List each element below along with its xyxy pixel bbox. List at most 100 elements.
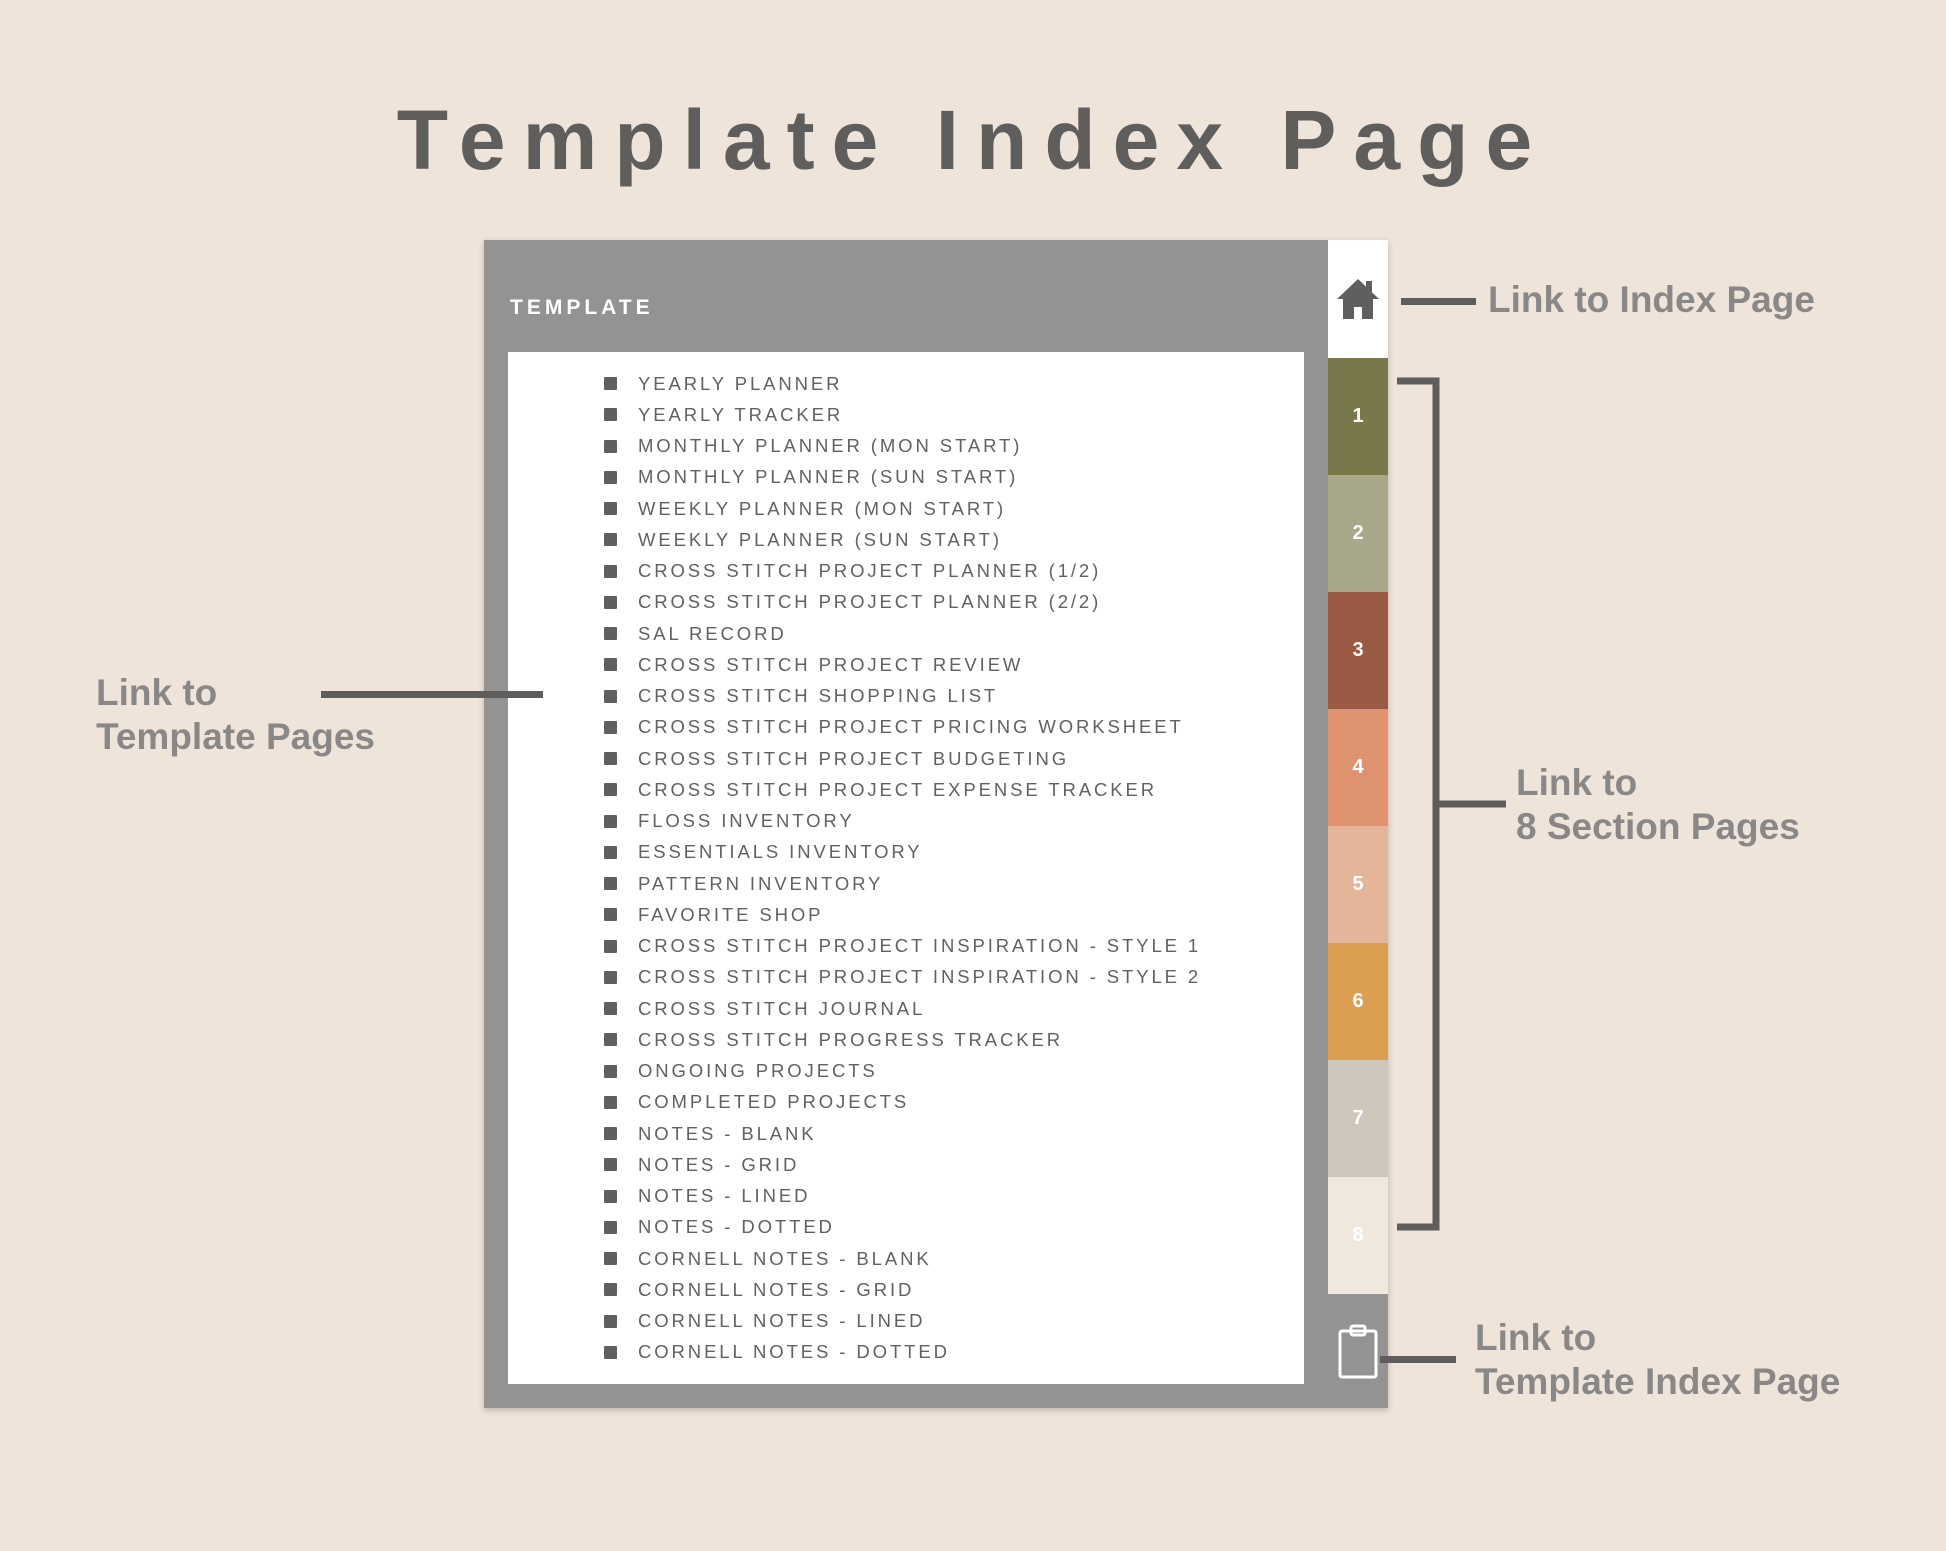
template-list-item[interactable]: MONTHLY PLANNER (SUN START)	[508, 462, 1304, 493]
section-tab-5[interactable]: 5	[1328, 826, 1388, 943]
template-list-item[interactable]: CROSS STITCH PROJECT PLANNER (2/2)	[508, 587, 1304, 618]
template-list-item[interactable]: CROSS STITCH PROGRESS TRACKER	[508, 1024, 1304, 1055]
bullet-square-icon	[604, 845, 617, 859]
bullet-square-icon	[604, 1314, 617, 1328]
bullet-square-icon	[604, 1283, 617, 1297]
template-list-item-label: CROSS STITCH SHOPPING LIST	[638, 685, 999, 707]
template-list-item[interactable]: CROSS STITCH PROJECT INSPIRATION - STYLE…	[508, 962, 1304, 993]
template-list-item[interactable]: ONGOING PROJECTS	[508, 1056, 1304, 1087]
template-list: YEARLY PLANNER YEARLY TRACKER MONTHLY PLAN…	[508, 368, 1304, 1368]
section-tab-label: 8	[1352, 1224, 1364, 1246]
template-list-item-label: NOTES - GRID	[638, 1153, 800, 1175]
callout-section-pages-line2: 8 Section Pages	[1516, 806, 1800, 847]
template-list-item-label: CROSS STITCH JOURNAL	[638, 997, 926, 1019]
template-list-item[interactable]: NOTES - GRID	[508, 1149, 1304, 1180]
template-list-item[interactable]: NOTES - LINED	[508, 1181, 1304, 1212]
template-list-item[interactable]: WEEKLY PLANNER (SUN START)	[508, 524, 1304, 555]
template-list-item[interactable]: NOTES - DOTTED	[508, 1212, 1304, 1243]
template-list-item-label: FAVORITE SHOP	[638, 903, 824, 925]
template-list-item-label: CROSS STITCH PROJECT PLANNER (1/2)	[638, 560, 1102, 582]
callout-section-pages-line1: Link to	[1516, 762, 1638, 803]
template-list-item[interactable]: CROSS STITCH PROJECT REVIEW	[508, 649, 1304, 680]
section-tab-label: 2	[1352, 522, 1364, 544]
bullet-square-icon	[604, 470, 617, 484]
template-list-item[interactable]: FLOSS INVENTORY	[508, 806, 1304, 837]
template-index-tab[interactable]	[1328, 1294, 1388, 1408]
template-list-item[interactable]: YEARLY TRACKER	[508, 399, 1304, 430]
template-list-item-label: ONGOING PROJECTS	[638, 1060, 878, 1082]
template-list-item-label: CORNELL NOTES - LINED	[638, 1310, 926, 1332]
bullet-square-icon	[604, 377, 617, 391]
section-tab-7[interactable]: 7	[1328, 1060, 1388, 1177]
bullet-square-icon	[604, 939, 617, 953]
template-list-item[interactable]: PATTERN INVENTORY	[508, 868, 1304, 899]
bullet-square-icon	[604, 814, 617, 828]
home-tab[interactable]	[1328, 240, 1388, 358]
bullet-square-icon	[604, 689, 617, 703]
section-tab-2[interactable]: 2	[1328, 475, 1388, 592]
template-list-item-label: CROSS STITCH PROJECT PRICING WORKSHEET	[638, 716, 1184, 738]
callout-bracket-sections	[1397, 377, 1506, 1231]
section-tab-4[interactable]: 4	[1328, 709, 1388, 826]
template-list-item[interactable]: CROSS STITCH PROJECT INSPIRATION - STYLE…	[508, 931, 1304, 962]
template-list-item-label: NOTES - LINED	[638, 1185, 811, 1207]
template-list-item[interactable]: NOTES - BLANK	[508, 1118, 1304, 1149]
bullet-square-icon	[604, 502, 617, 516]
template-list-item-label: COMPLETED PROJECTS	[638, 1091, 910, 1113]
template-list-item[interactable]: CORNELL NOTES - GRID	[508, 1274, 1304, 1305]
callout-section-pages: Link to 8 Section Pages	[1516, 761, 1800, 849]
callout-template-index-line1: Link to	[1475, 1317, 1597, 1358]
template-list-item-label: CROSS STITCH PROJECT EXPENSE TRACKER	[638, 778, 1158, 800]
template-list-item[interactable]: FAVORITE SHOP	[508, 899, 1304, 930]
bullet-square-icon	[604, 908, 617, 922]
template-list-item[interactable]: CORNELL NOTES - LINED	[508, 1306, 1304, 1337]
template-list-item-label: YEARLY TRACKER	[638, 403, 844, 425]
template-list-item[interactable]: CROSS STITCH PROJECT BUDGETING	[508, 743, 1304, 774]
home-icon	[1337, 279, 1379, 319]
template-list-item-label: CROSS STITCH PROJECT INSPIRATION - STYLE…	[638, 935, 1202, 957]
template-list-panel: YEARLY PLANNER YEARLY TRACKER MONTHLY PLAN…	[508, 352, 1304, 1384]
section-tab-label: 3	[1352, 639, 1364, 661]
template-list-item[interactable]: MONTHLY PLANNER (MON START)	[508, 431, 1304, 462]
template-list-item-label: CORNELL NOTES - GRID	[638, 1278, 915, 1300]
template-list-item[interactable]: COMPLETED PROJECTS	[508, 1087, 1304, 1118]
section-tab-label: 5	[1352, 873, 1364, 895]
template-list-item[interactable]: WEEKLY PLANNER (MON START)	[508, 493, 1304, 524]
section-tab-6[interactable]: 6	[1328, 943, 1388, 1060]
section-tab-3[interactable]: 3	[1328, 592, 1388, 709]
template-list-item[interactable]: YEARLY PLANNER	[508, 368, 1304, 399]
bullet-square-icon	[604, 720, 617, 734]
bullet-square-icon	[604, 627, 617, 641]
template-list-item[interactable]: CROSS STITCH SHOPPING LIST	[508, 681, 1304, 712]
tab-column: 1 2 3 4 5 6 7 8	[1328, 240, 1388, 1408]
bullet-square-icon	[604, 408, 617, 422]
bullet-square-icon	[604, 1189, 617, 1203]
template-list-item[interactable]: CORNELL NOTES - BLANK	[508, 1243, 1304, 1274]
bullet-square-icon	[604, 533, 617, 547]
template-list-item-label: PATTERN INVENTORY	[638, 872, 884, 894]
template-list-item[interactable]: ESSENTIALS INVENTORY	[508, 837, 1304, 868]
bullet-square-icon	[604, 595, 617, 609]
callout-index-page: Link to Index Page	[1488, 279, 1815, 320]
template-list-item[interactable]: CROSS STITCH PROJECT PRICING WORKSHEET	[508, 712, 1304, 743]
section-tab-8[interactable]: 8	[1328, 1177, 1388, 1294]
bullet-square-icon	[604, 877, 617, 891]
callout-line-template-index	[1380, 1356, 1456, 1363]
template-list-item-label: WEEKLY PLANNER (MON START)	[638, 497, 1007, 519]
template-list-item[interactable]: CORNELL NOTES - DOTTED	[508, 1337, 1304, 1368]
template-list-item[interactable]: SAL RECORD	[508, 618, 1304, 649]
template-list-item-label: MONTHLY PLANNER (MON START)	[638, 435, 1023, 457]
bullet-square-icon	[604, 1158, 617, 1172]
template-list-item-label: NOTES - DOTTED	[638, 1216, 835, 1238]
template-list-item-label: CROSS STITCH PROJECT REVIEW	[638, 653, 1024, 675]
section-tab-1[interactable]: 1	[1328, 358, 1388, 475]
template-list-item-label: SAL RECORD	[638, 622, 787, 644]
callout-template-index-page: Link to Template Index Page	[1475, 1316, 1840, 1404]
template-list-item[interactable]: CROSS STITCH PROJECT EXPENSE TRACKER	[508, 774, 1304, 805]
template-list-item-label: FLOSS INVENTORY	[638, 810, 855, 832]
template-list-item[interactable]: CROSS STITCH JOURNAL	[508, 993, 1304, 1024]
callout-template-pages: Link to Template Pages	[96, 671, 375, 759]
template-list-item[interactable]: CROSS STITCH PROJECT PLANNER (1/2)	[508, 556, 1304, 587]
callout-line-index	[1401, 298, 1476, 305]
bullet-square-icon	[604, 1345, 617, 1359]
